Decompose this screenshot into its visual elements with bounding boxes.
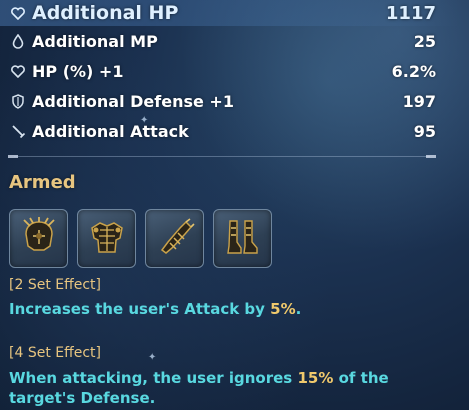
stat-row-additional-mp: Additional MP 25 [8, 26, 436, 56]
stat-label: Additional Defense +1 [32, 91, 234, 111]
stats-list: Additional HP 1117 Additional MP 25 HP (… [0, 0, 460, 146]
divider-line [14, 156, 430, 157]
stat-value: 197 [402, 91, 436, 111]
set-effect-4-title: [4 Set Effect] [9, 345, 102, 361]
heart-icon [10, 5, 26, 21]
stat-row-additional-hp: Additional HP 1117 [8, 0, 436, 26]
drop-icon [10, 33, 26, 49]
set-effect-4-description: When attacking, the user ignores 15% of … [9, 368, 449, 408]
heart-icon [10, 63, 26, 79]
set-item-gauntlet[interactable] [145, 209, 204, 268]
stat-row-additional-defense: Additional Defense +1 197 [8, 86, 436, 116]
effect-text: . [295, 300, 302, 318]
sparkle-decoration: ✦ [148, 352, 157, 363]
chest-armor-icon [86, 216, 128, 262]
effect-value: 5% [270, 300, 296, 318]
section-divider [8, 154, 436, 160]
set-effect-2-description: Increases the user's Attack by 5%. [9, 299, 449, 319]
effect-text: of the [333, 369, 389, 387]
sword-icon [10, 123, 26, 139]
stat-label: Additional HP [32, 2, 179, 24]
effect-text: Increases the user's Attack by [9, 300, 271, 318]
stat-value: 25 [413, 31, 436, 51]
set-effect-2-title: [2 Set Effect] [9, 277, 102, 293]
shield-icon [10, 93, 26, 109]
stat-label: Additional Attack [32, 121, 189, 141]
set-items [9, 209, 272, 268]
stat-label: HP (%) +1 [32, 61, 124, 81]
stat-row-hp-percent: HP (%) +1 6.2% [8, 56, 436, 86]
set-item-boots[interactable] [213, 209, 272, 268]
helmet-icon [18, 216, 60, 262]
stat-label: Additional MP [32, 31, 158, 51]
set-item-chest-armor[interactable] [77, 209, 136, 268]
stat-value: 95 [413, 121, 436, 141]
gauntlet-icon [154, 216, 196, 262]
effect-text: target's Defense. [9, 389, 156, 407]
boots-icon [222, 216, 264, 262]
stat-value: 6.2% [391, 61, 436, 81]
effect-value: 15% [297, 369, 334, 387]
divider-cap [426, 155, 436, 158]
stat-value: 1117 [385, 2, 436, 24]
stat-row-additional-attack: Additional Attack 95 [8, 116, 436, 146]
effect-text: When attacking, the user ignores [9, 369, 298, 387]
set-item-helmet[interactable] [9, 209, 68, 268]
set-name: Armed [9, 172, 76, 193]
